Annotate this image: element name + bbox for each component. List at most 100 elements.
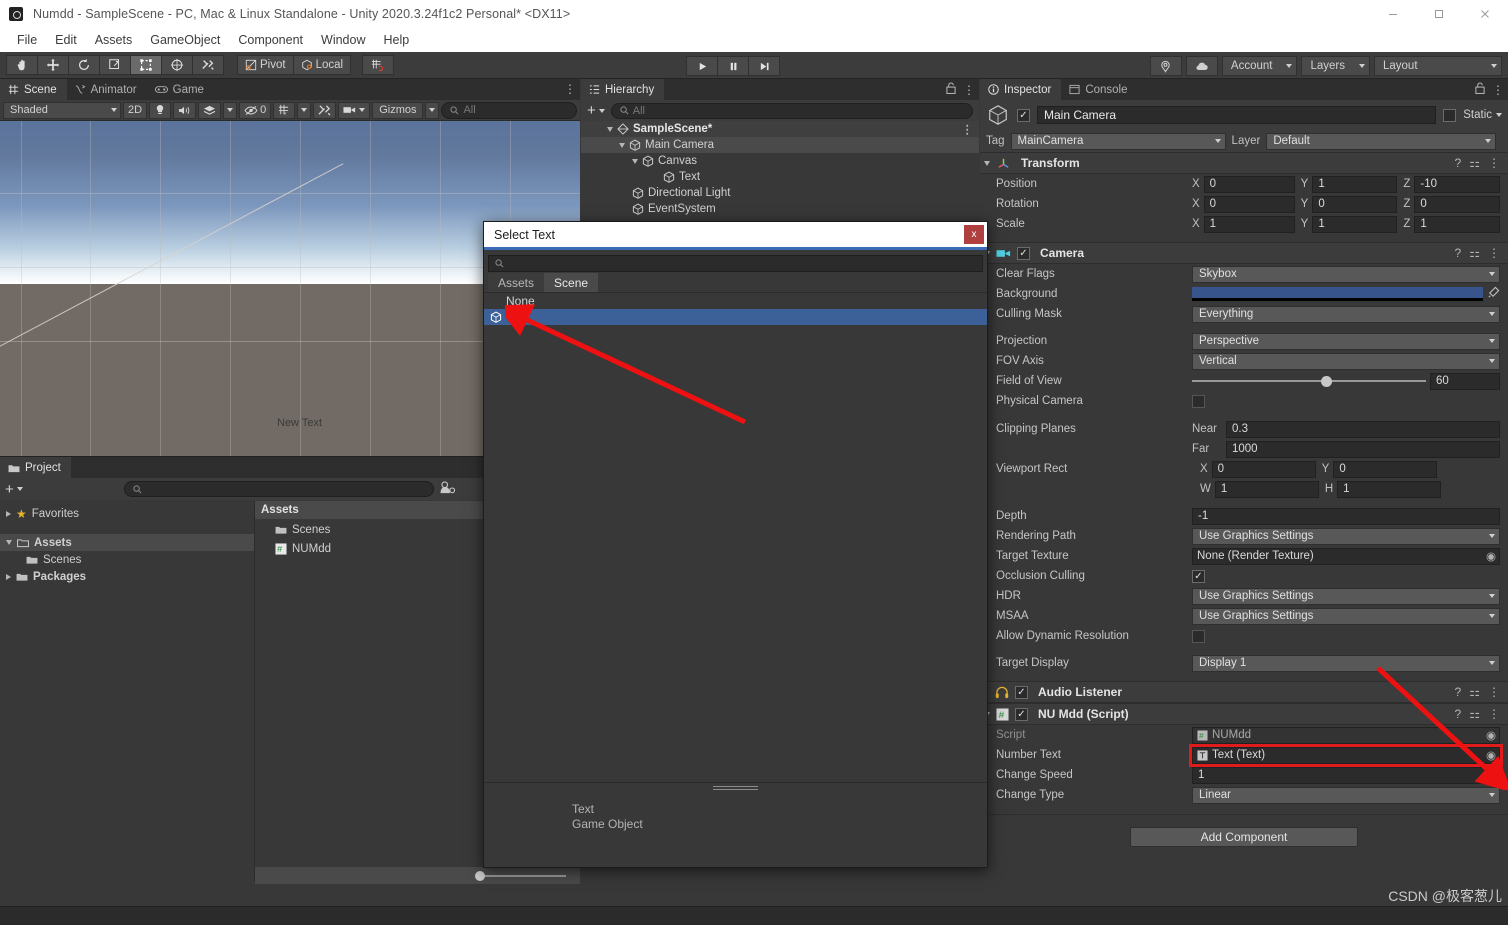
gizmos-button[interactable]: Gizmos [372, 101, 424, 119]
transform-tool-icon[interactable] [161, 55, 193, 75]
kebab-menu-icon[interactable]: ⋮ [962, 122, 974, 136]
target-texture-object-field[interactable]: None (Render Texture) ◉ [1192, 547, 1500, 565]
dialog-search-input[interactable] [488, 255, 983, 272]
preset-icon[interactable]: ⚏ [1469, 246, 1480, 260]
maximize-icon[interactable] [1416, 0, 1462, 28]
audio-listener-enabled-checkbox[interactable]: ✓ [1015, 685, 1028, 699]
dialog-tab-assets[interactable]: Assets [488, 273, 545, 292]
number-text-object-field[interactable]: Text (Text) ◉ [1189, 743, 1503, 767]
tree-item-assets[interactable]: Assets [0, 534, 254, 551]
help-icon[interactable]: ? [1455, 156, 1462, 170]
hand-tool-icon[interactable] [6, 55, 38, 75]
static-checkbox[interactable] [1443, 108, 1457, 122]
nu-mdd-enabled-checkbox[interactable]: ✓ [1015, 707, 1028, 721]
chevron-down-icon[interactable] [632, 158, 638, 164]
target-display-dropdown[interactable]: Display 1 [1192, 654, 1500, 672]
position-x-input[interactable]: 0 [1203, 175, 1295, 193]
culling-mask-dropdown[interactable]: Everything [1192, 305, 1500, 323]
clear-flags-dropdown[interactable]: Skybox [1192, 265, 1500, 283]
allow-dynamic-resolution-checkbox[interactable] [1192, 629, 1205, 643]
toggle-2d-button[interactable]: 2D [123, 101, 148, 119]
kebab-menu-icon[interactable]: ⋮ [1488, 685, 1500, 699]
dialog-item-text[interactable]: Text [484, 309, 987, 325]
move-tool-icon[interactable] [37, 55, 69, 75]
physical-camera-checkbox[interactable] [1192, 394, 1205, 408]
rect-tool-icon[interactable] [130, 55, 162, 75]
kebab-menu-icon[interactable]: ⋮ [963, 83, 975, 97]
chevron-down-icon[interactable] [619, 142, 625, 148]
cloud-icon[interactable] [1185, 56, 1218, 76]
local-button[interactable]: Local [292, 55, 352, 75]
rotation-z-input[interactable]: 0 [1414, 195, 1501, 213]
chevron-down-icon[interactable] [984, 160, 990, 166]
camera-enabled-checkbox[interactable]: ✓ [1017, 246, 1030, 260]
rotate-tool-icon[interactable] [68, 55, 100, 75]
object-picker-icon[interactable]: ◉ [1486, 748, 1496, 762]
kebab-menu-icon[interactable]: ⋮ [1488, 707, 1500, 721]
scale-tool-icon[interactable] [99, 55, 131, 75]
layer-dropdown[interactable]: Default [1266, 132, 1496, 150]
project-add-button[interactable]: + [5, 481, 23, 498]
lock-icon[interactable] [946, 82, 956, 97]
preset-icon[interactable]: ⚏ [1469, 156, 1480, 170]
layers-dropdown[interactable]: Layers [1301, 56, 1370, 76]
scale-y-input[interactable]: 1 [1312, 215, 1398, 233]
add-component-button[interactable]: Add Component [1130, 827, 1358, 847]
fov-axis-dropdown[interactable]: Vertical [1192, 352, 1500, 370]
custom-editor-tool-icon[interactable] [192, 55, 224, 75]
tree-item-scenes[interactable]: Scenes [0, 551, 254, 568]
help-icon[interactable]: ? [1455, 685, 1462, 699]
scene-visibility-icon[interactable]: 0 [239, 101, 272, 119]
eyedropper-icon[interactable] [1487, 286, 1500, 302]
menu-item-file[interactable]: File [8, 31, 46, 49]
tab-animator[interactable]: Animator [66, 79, 147, 100]
position-z-input[interactable]: -10 [1414, 175, 1501, 193]
kebab-menu-icon[interactable]: ⋮ [1492, 83, 1504, 97]
object-name-input[interactable]: Main Camera [1037, 106, 1437, 124]
dialog-tab-scene[interactable]: Scene [544, 273, 599, 292]
change-type-dropdown[interactable]: Linear [1192, 786, 1500, 804]
depth-input[interactable]: -1 [1192, 507, 1500, 525]
lighting-icon[interactable] [149, 101, 172, 119]
projection-dropdown[interactable]: Perspective [1192, 332, 1500, 350]
menu-item-assets[interactable]: Assets [86, 31, 142, 49]
menu-item-gameobject[interactable]: GameObject [141, 31, 229, 49]
tab-console[interactable]: Console [1061, 79, 1138, 100]
rotation-y-input[interactable]: 0 [1312, 195, 1398, 213]
pivot-button[interactable]: Pivot [237, 55, 294, 75]
shading-mode-dropdown[interactable]: Shaded [3, 101, 121, 119]
hierarchy-item-text[interactable]: Text [581, 169, 979, 185]
kebab-menu-icon[interactable]: ⋮ [564, 82, 576, 96]
rendering-path-dropdown[interactable]: Use Graphics Settings [1192, 527, 1500, 545]
viewport-y-input[interactable]: 0 [1333, 460, 1438, 478]
preset-icon[interactable]: ⚏ [1469, 707, 1480, 721]
menu-item-help[interactable]: Help [374, 31, 418, 49]
tree-item-favorites[interactable]: ★ Favorites [0, 505, 254, 522]
tree-item-packages[interactable]: Packages [0, 568, 254, 585]
grid-dropdown[interactable] [297, 101, 312, 119]
tab-hierarchy[interactable]: Hierarchy [581, 79, 665, 100]
msaa-dropdown[interactable]: Use Graphics Settings [1192, 607, 1500, 625]
position-y-input[interactable]: 1 [1312, 175, 1398, 193]
chevron-down-icon[interactable] [607, 126, 613, 132]
chevron-right-icon[interactable] [6, 510, 11, 517]
menu-item-component[interactable]: Component [229, 31, 312, 49]
grid-snap-icon[interactable] [362, 55, 395, 75]
dialog-item-none[interactable]: None [484, 293, 987, 309]
object-enabled-checkbox[interactable]: ✓ [1017, 108, 1030, 122]
viewport-h-input[interactable]: 1 [1337, 480, 1442, 498]
dialog-resize-grip[interactable] [713, 786, 758, 792]
dialog-close-button[interactable]: x [964, 225, 984, 244]
menu-item-window[interactable]: Window [312, 31, 374, 49]
tab-inspector[interactable]: Inspector [980, 79, 1062, 100]
tab-project[interactable]: Project [0, 457, 71, 478]
occlusion-culling-checkbox[interactable]: ✓ [1192, 569, 1205, 583]
lock-icon[interactable] [1475, 82, 1485, 97]
step-button[interactable] [748, 56, 780, 76]
scene-tools-icon[interactable] [313, 101, 337, 119]
viewport-w-input[interactable]: 1 [1214, 480, 1319, 498]
hierarchy-item-canvas[interactable]: Canvas [581, 153, 979, 169]
component-header-nu-mdd[interactable]: # ✓ NU Mdd (Script) ? ⚏ ⋮ [980, 703, 1508, 725]
scene-search-input[interactable]: All [441, 101, 577, 119]
scale-z-input[interactable]: 1 [1414, 215, 1501, 233]
